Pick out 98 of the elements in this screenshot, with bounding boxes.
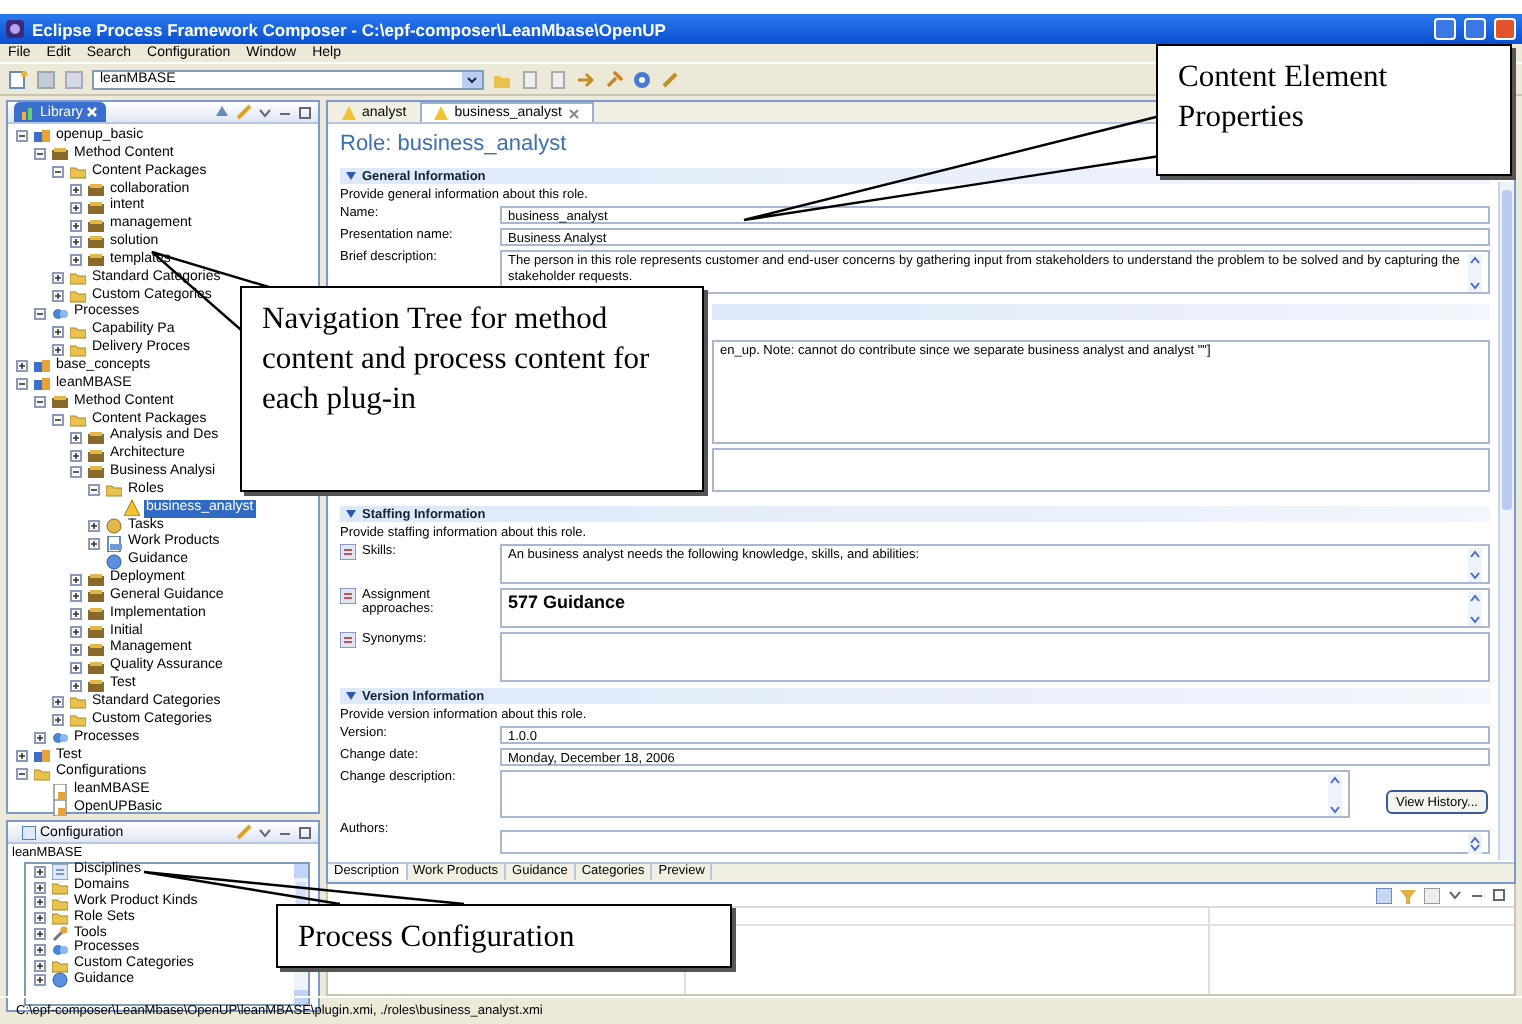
dropdown-arrow-icon (462, 71, 482, 87)
list-icon (22, 825, 36, 839)
collapse-icon[interactable] (88, 484, 100, 497)
expand-icon[interactable] (52, 325, 64, 338)
scrollbar[interactable] (1468, 592, 1482, 626)
expand-icon[interactable] (70, 449, 82, 462)
folder-icon (70, 164, 86, 181)
expand-icon[interactable] (52, 696, 64, 709)
expand-icon[interactable] (34, 896, 46, 909)
expand-icon[interactable] (70, 431, 82, 444)
expand-icon[interactable] (70, 661, 82, 674)
globe-icon (52, 972, 68, 989)
collapse-icon[interactable] (346, 692, 356, 700)
list-icon (52, 863, 68, 880)
maximize-icon[interactable] (298, 105, 312, 119)
page-heading: Role: business_analyst (340, 132, 569, 156)
expand-icon[interactable] (34, 865, 46, 878)
expand-icon[interactable] (70, 573, 82, 586)
maximize-icon[interactable] (1492, 888, 1506, 902)
maximize-icon[interactable] (298, 825, 312, 839)
expand-icon[interactable] (70, 236, 82, 249)
expand-icon[interactable] (34, 912, 46, 925)
editor-icon (340, 632, 356, 648)
editor-icon (340, 544, 356, 560)
collapse-icon[interactable] (16, 378, 28, 391)
view-menu-icon[interactable] (1448, 888, 1462, 902)
process-icon (52, 941, 68, 958)
text-area[interactable]: 577 Guidance (500, 588, 1490, 628)
new-icon[interactable] (8, 69, 28, 89)
role-icon (124, 500, 140, 517)
expand-icon[interactable] (52, 290, 64, 303)
globe-icon (106, 553, 122, 570)
expand-icon[interactable] (70, 643, 82, 656)
maximize-button[interactable] (1464, 18, 1486, 40)
collapse-icon[interactable] (34, 396, 46, 409)
process-icon (52, 730, 68, 747)
expand-icon[interactable] (34, 943, 46, 956)
expand-icon[interactable] (16, 749, 28, 762)
collapse-icon[interactable] (52, 413, 64, 426)
plugin-icon (34, 747, 50, 764)
scrollbar[interactable] (1468, 834, 1482, 854)
collapse-icon[interactable] (346, 510, 356, 518)
expand-icon[interactable] (70, 254, 82, 267)
chart-icon (22, 105, 36, 119)
callout: Process Configuration (276, 904, 732, 968)
callout: Content Element Properties (1156, 44, 1512, 176)
expand-icon[interactable] (70, 626, 82, 639)
app-icon (6, 20, 24, 38)
collapse-icon[interactable] (346, 172, 356, 180)
scrollbar[interactable] (1468, 548, 1482, 582)
process-icon (52, 305, 68, 322)
collapse-icon[interactable] (70, 466, 82, 479)
expand-icon[interactable] (34, 732, 46, 745)
sync-icon[interactable] (214, 104, 230, 120)
collapse-icon[interactable] (34, 148, 46, 161)
expand-icon[interactable] (70, 183, 82, 196)
role-icon (342, 106, 356, 120)
close-button[interactable] (1494, 18, 1516, 40)
collapse-icon[interactable] (16, 130, 28, 143)
expand-icon[interactable] (70, 201, 82, 214)
task-icon (106, 517, 122, 534)
scrollbar[interactable] (1468, 254, 1482, 292)
folder-icon (70, 411, 86, 428)
role-icon (434, 106, 449, 120)
expand-icon[interactable] (70, 219, 82, 232)
scrollbar[interactable] (1328, 774, 1342, 816)
window-title: Eclipse Process Framework Composer - C:\epf-composer\LeanMbase\OpenUP (32, 19, 668, 39)
expand-icon[interactable] (88, 537, 100, 550)
expand-icon[interactable] (52, 272, 64, 285)
view-menu-icon[interactable] (258, 105, 272, 119)
expand-icon[interactable] (52, 714, 64, 727)
expand-icon[interactable] (34, 974, 46, 987)
package-icon (52, 146, 68, 163)
document-icon (106, 535, 122, 552)
expand-icon[interactable] (16, 360, 28, 373)
collapse-icon[interactable] (34, 307, 46, 320)
collapse-icon[interactable] (52, 166, 64, 179)
expand-icon[interactable] (34, 881, 46, 894)
wrench-icon (52, 926, 68, 943)
folder-icon (106, 482, 122, 499)
expand-icon[interactable] (88, 519, 100, 532)
callout: Navigation Tree for method content and process content for each plug-in (240, 286, 704, 492)
expand-icon[interactable] (34, 959, 46, 972)
folder-icon (52, 957, 68, 974)
expand-icon[interactable] (70, 679, 82, 692)
expand-icon[interactable] (70, 590, 82, 603)
minimize-button[interactable] (1434, 18, 1456, 40)
expand-icon[interactable] (70, 608, 82, 621)
expand-icon[interactable] (52, 343, 64, 356)
collapse-icon[interactable] (16, 767, 28, 780)
plugin-icon (34, 128, 50, 145)
expand-icon[interactable] (34, 928, 46, 941)
help-icon[interactable] (632, 69, 652, 89)
close-icon[interactable] (567, 107, 580, 119)
editor-icon (340, 588, 356, 604)
view-menu-icon[interactable] (258, 825, 272, 839)
package-icon (52, 394, 68, 411)
folder-icon (34, 765, 50, 782)
